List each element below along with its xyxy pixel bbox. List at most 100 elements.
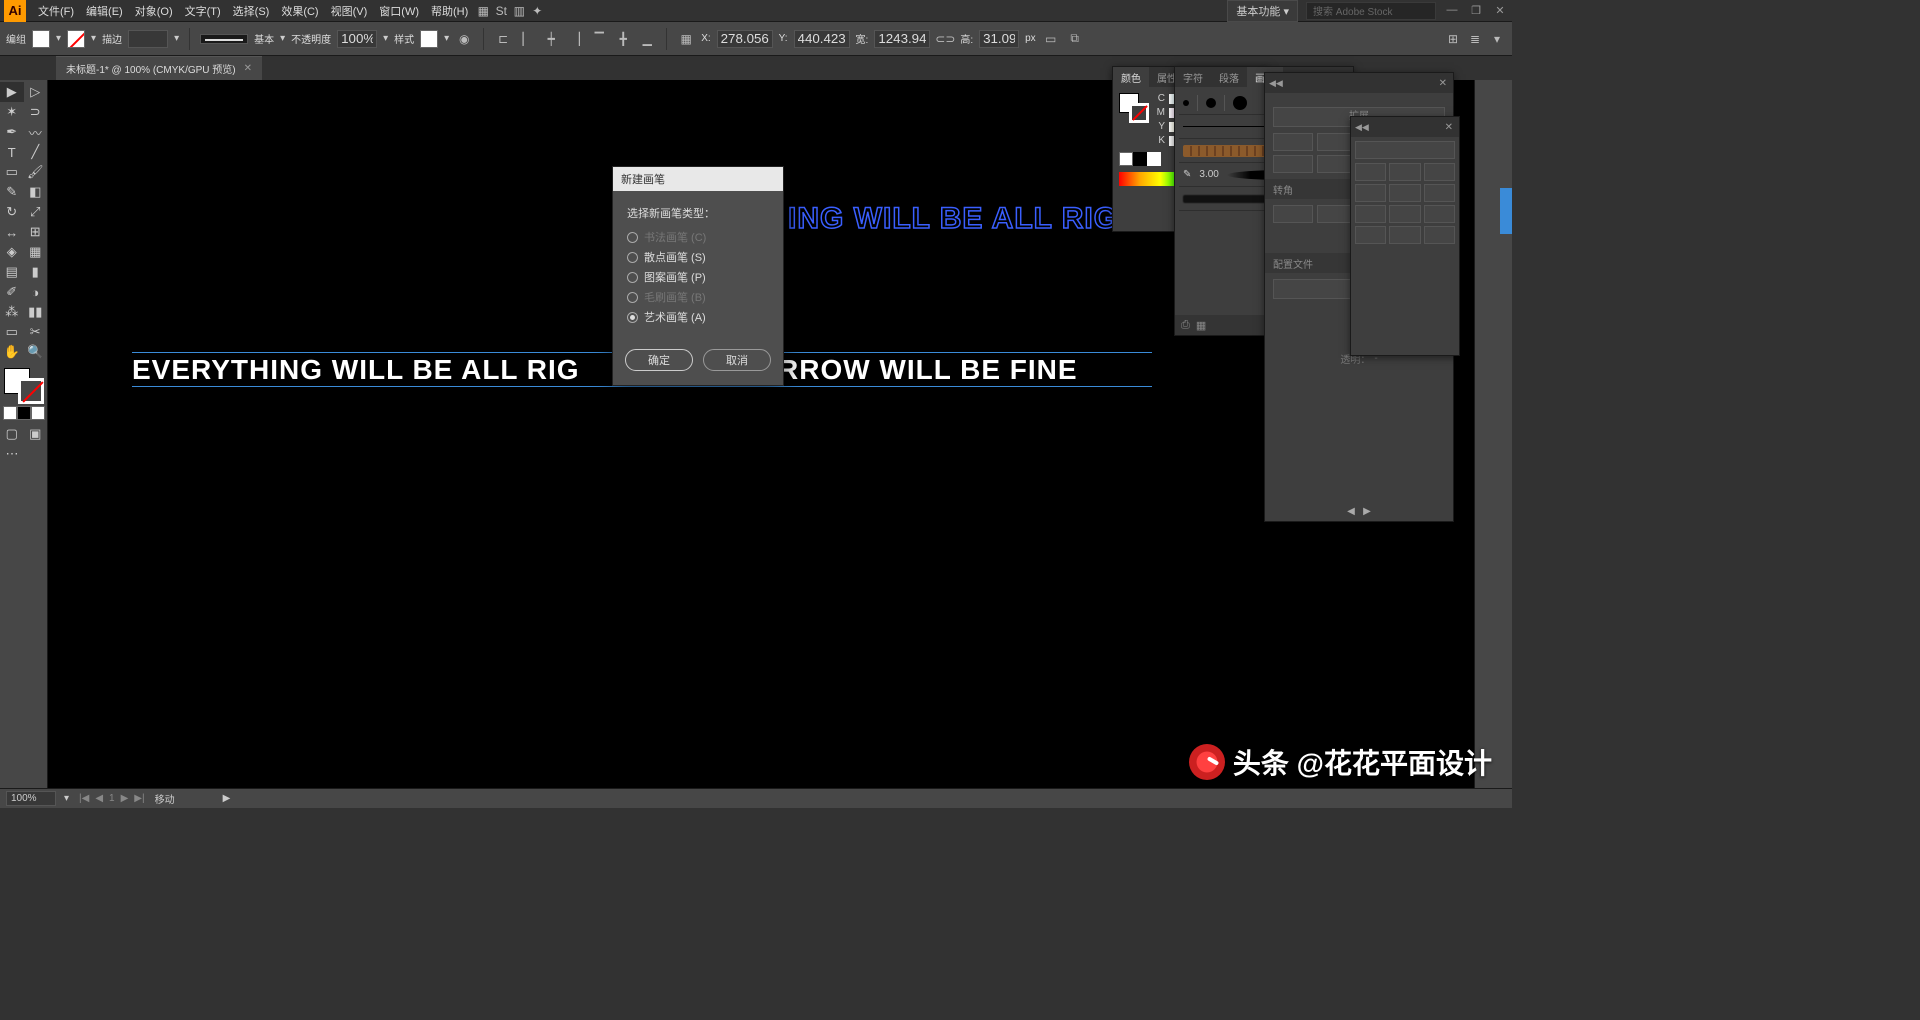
curvature-tool[interactable]: 〰 (24, 122, 48, 142)
panel-pager[interactable]: ◀ ▶ (1265, 506, 1453, 517)
stroke-swatch[interactable] (67, 30, 85, 48)
graphic-style-swatch[interactable] (420, 30, 438, 48)
last-icon[interactable]: ▶| (132, 793, 146, 804)
pf-icon[interactable] (1424, 184, 1455, 202)
workspace-dropdown[interactable]: 基本功能 ▾ (1227, 0, 1298, 22)
pf-icon[interactable] (1389, 163, 1420, 181)
dropdown[interactable] (1355, 141, 1455, 159)
recolor-icon[interactable]: ◉ (455, 30, 473, 48)
pf-icon[interactable] (1389, 226, 1420, 244)
ok-button[interactable]: 确定 (625, 349, 693, 371)
pf-icon[interactable] (1389, 205, 1420, 223)
artboard-tool[interactable]: ▭ (0, 322, 24, 342)
column-graph-tool[interactable]: ▮▮ (24, 302, 48, 322)
fill-swatch[interactable] (32, 30, 50, 48)
arrow-start-dd[interactable] (1273, 205, 1313, 223)
chevron-down-icon[interactable]: ▾ (91, 33, 96, 44)
scale-tool[interactable]: ⤢ (24, 202, 48, 222)
pf-icon[interactable] (1424, 163, 1455, 181)
window-restore-icon[interactable]: ❐ (1468, 4, 1484, 18)
isolate-icon[interactable]: ⧉ (1066, 30, 1084, 48)
pf-icon[interactable] (1355, 184, 1386, 202)
menu-edit[interactable]: 编辑(E) (80, 3, 129, 19)
arrange-icon[interactable]: ▥ (510, 2, 528, 20)
panel-presets-icon[interactable]: ⊞ (1444, 30, 1462, 48)
window-close-icon[interactable]: ✕ (1492, 4, 1508, 18)
shape-builder-tool[interactable]: ◈ (0, 242, 24, 262)
character-tab[interactable]: 字符 (1175, 67, 1211, 88)
brush-library-icon[interactable]: ⎙ (1181, 319, 1190, 332)
align-top-icon[interactable]: ▔ (590, 30, 608, 48)
w-input[interactable] (874, 30, 930, 48)
panel-collapse-icon[interactable]: ◀◀ (1265, 78, 1287, 89)
selection-tool[interactable]: ▶ (0, 82, 24, 102)
panel-collapse-icon[interactable]: ◀◀ (1351, 122, 1373, 133)
pf-icon[interactable] (1355, 163, 1386, 181)
transform-icon[interactable]: ▦ (677, 30, 695, 48)
zoom-tool[interactable]: 🔍 (24, 342, 48, 362)
menu-type[interactable]: 文字(T) (179, 3, 227, 19)
screen-mode-full[interactable]: ▣ (24, 424, 48, 444)
panel-close-icon[interactable]: ✕ (1433, 78, 1453, 89)
white-icon[interactable] (1147, 152, 1161, 166)
shaper-tool[interactable]: ✎ (0, 182, 24, 202)
direct-selection-tool[interactable]: ▷ (24, 82, 48, 102)
menu-window[interactable]: 窗口(W) (373, 3, 425, 19)
perspective-tool[interactable]: ▦ (24, 242, 48, 262)
y-input[interactable] (794, 30, 850, 48)
zoom-input[interactable]: 100% (6, 791, 56, 806)
pf-icon[interactable] (1355, 226, 1386, 244)
paragraph-tab[interactable]: 段落 (1211, 67, 1247, 88)
black-icon[interactable] (1133, 152, 1147, 166)
width-tool[interactable]: ↔ (0, 222, 24, 242)
color-tab[interactable]: 颜色 (1113, 67, 1149, 88)
none-mode-icon[interactable] (31, 406, 45, 420)
menu-select[interactable]: 选择(S) (227, 3, 276, 19)
align-bottom-icon[interactable]: ▁ (638, 30, 656, 48)
opacity-input[interactable] (337, 30, 377, 48)
pf-icon[interactable] (1355, 205, 1386, 223)
menu-help[interactable]: 帮助(H) (425, 3, 474, 19)
symbol-sprayer-tool[interactable]: ⁂ (0, 302, 24, 322)
stroke-profile-preview[interactable] (200, 34, 248, 44)
chevron-down-icon[interactable]: ▾ (56, 33, 61, 44)
cap-butt-icon[interactable] (1273, 133, 1313, 151)
tab-close-icon[interactable]: ✕ (244, 63, 252, 74)
gradient-tool[interactable]: ▮ (24, 262, 48, 282)
pf-icon[interactable] (1389, 184, 1420, 202)
chevron-down-icon[interactable]: ▾ (383, 33, 388, 44)
artboard-nav[interactable]: |◀ ◀ 1 ▶ ▶| (77, 793, 147, 804)
pen-tool[interactable]: ✒ (0, 122, 24, 142)
line-tool[interactable]: ╱ (24, 142, 48, 162)
eraser-tool[interactable]: ◧ (24, 182, 48, 202)
pf-icon[interactable] (1424, 205, 1455, 223)
menu-object[interactable]: 对象(O) (129, 3, 179, 19)
blend-tool[interactable]: ◑ (24, 282, 48, 302)
window-minimize-icon[interactable]: — (1444, 4, 1460, 18)
chevron-down-icon[interactable]: ▾ (64, 793, 69, 804)
cancel-button[interactable]: 取消 (703, 349, 771, 371)
chevron-right-icon[interactable]: ▶ (223, 793, 231, 804)
rotate-tool[interactable]: ↻ (0, 202, 24, 222)
join-miter-icon[interactable] (1273, 155, 1313, 173)
link-icon[interactable]: ⊂⊃ (936, 30, 954, 48)
screen-mode-normal[interactable]: ▢ (0, 424, 24, 444)
panel-menu-icon[interactable]: ▾ (1488, 30, 1506, 48)
chevron-down-icon[interactable]: ▾ (280, 33, 285, 44)
libraries-icon[interactable]: ▦ (1196, 319, 1206, 332)
dock-indicator[interactable] (1500, 188, 1512, 234)
mesh-tool[interactable]: ▤ (0, 262, 24, 282)
stock-search-input[interactable]: 搜索 Adobe Stock (1306, 2, 1436, 20)
magic-wand-tool[interactable]: ✶ (0, 102, 24, 122)
stock-icon[interactable]: St (492, 2, 510, 20)
bridge-icon[interactable]: ▦ (474, 2, 492, 20)
align-right-icon[interactable]: ▕ (566, 30, 584, 48)
color-fill-stroke[interactable] (1119, 93, 1149, 123)
align-middle-icon[interactable]: ╋ (614, 30, 632, 48)
paintbrush-tool[interactable]: 🖌 (24, 162, 48, 182)
radio-pattern[interactable]: 图案画笔 (P) (627, 269, 769, 285)
hand-tool[interactable]: ✋ (0, 342, 24, 362)
gpu-icon[interactable]: ✦ (528, 2, 546, 20)
white-none-icon[interactable] (1119, 152, 1133, 166)
menu-file[interactable]: 文件(F) (32, 3, 80, 19)
